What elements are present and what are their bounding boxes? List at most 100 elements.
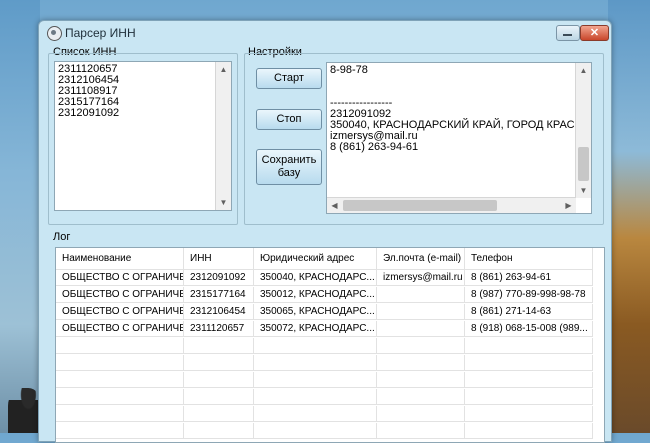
table-cell <box>377 423 465 439</box>
title-bar[interactable]: Парсер ИНН ✕ <box>39 21 611 45</box>
table-cell <box>465 389 593 405</box>
table-cell <box>377 338 465 354</box>
table-cell <box>377 355 465 371</box>
table-cell <box>377 287 465 303</box>
table-row[interactable]: ОБЩЕСТВО С ОГРАНИЧЕ... 2315177164 350012, … <box>56 287 604 304</box>
table-cell: 2315177164 <box>184 287 254 303</box>
scroll-thumb[interactable] <box>343 200 497 211</box>
table-row[interactable] <box>56 372 604 389</box>
table-row[interactable] <box>56 406 604 423</box>
table-cell <box>184 423 254 439</box>
table-cell <box>465 406 593 422</box>
scroll-down-icon[interactable]: ▼ <box>216 195 231 210</box>
table-cell <box>184 406 254 422</box>
output-line: 8 (861) 263-94-61 <box>330 141 419 153</box>
column-header[interactable]: Телефон <box>465 248 593 270</box>
table-cell: 2312091092 <box>184 270 254 286</box>
table-row[interactable]: ОБЩЕСТВО С ОГРАНИЧЕ... 2312106454 350065, … <box>56 304 604 321</box>
table-cell: 350065, КРАСНОДАРС... <box>254 304 377 320</box>
column-header[interactable]: Юридический адрес <box>254 248 377 270</box>
desktop-person-silhouette <box>8 388 42 433</box>
close-icon: ✕ <box>589 27 600 39</box>
table-cell <box>254 372 377 388</box>
table-cell <box>184 389 254 405</box>
inn-list-item[interactable]: 2312091092 <box>55 108 231 119</box>
table-cell: 8 (918) 068-15-008 (989... <box>465 321 593 337</box>
table-cell <box>465 423 593 439</box>
scroll-down-icon[interactable]: ▼ <box>576 183 591 198</box>
column-header[interactable]: Эл.почта (e-mail) <box>377 248 465 270</box>
column-header[interactable]: Наименование <box>56 248 184 270</box>
scroll-right-icon[interactable]: ▶ <box>561 198 576 213</box>
table-cell: 8 (861) 263-94-61 <box>465 270 593 286</box>
table-cell <box>184 372 254 388</box>
save-database-button[interactable]: Сохранить базу <box>256 149 322 185</box>
table-cell <box>56 372 184 388</box>
start-button[interactable]: Старт <box>256 68 322 89</box>
table-cell: ОБЩЕСТВО С ОГРАНИЧЕ... <box>56 321 184 337</box>
stop-button[interactable]: Стоп <box>256 109 322 130</box>
minimize-button[interactable] <box>556 25 580 41</box>
log-label: Лог <box>53 231 71 243</box>
table-cell <box>184 355 254 371</box>
window-title: Парсер ИНН <box>65 26 136 40</box>
desktop-background-left <box>0 0 40 433</box>
table-cell <box>377 321 465 337</box>
table-row[interactable]: ОБЩЕСТВО С ОГРАНИЧЕ... 2312091092 350040, … <box>56 270 604 287</box>
scroll-left-icon[interactable]: ◀ <box>327 198 342 213</box>
app-window: Парсер ИНН ✕ Список ИНН 2311120657 231210… <box>38 20 612 443</box>
table-cell <box>377 406 465 422</box>
table-cell: izmersys@mail.ru <box>377 270 465 286</box>
table-cell <box>377 372 465 388</box>
table-cell <box>56 355 184 371</box>
table-cell: ОБЩЕСТВО С ОГРАНИЧЕ... <box>56 287 184 303</box>
table-cell <box>254 406 377 422</box>
table-cell <box>56 338 184 354</box>
log-table[interactable]: Наименование ИНН Юридический адрес Эл.почта… <box>55 247 605 443</box>
output-vertical-scrollbar[interactable]: ▲ ▼ <box>575 63 591 198</box>
inn-list-items: 2311120657 2312106454 2311108917 2315177164… <box>55 62 231 119</box>
table-header-row: Наименование ИНН Юридический адрес Эл.почта… <box>56 248 604 270</box>
table-cell <box>254 355 377 371</box>
table-cell <box>465 338 593 354</box>
scroll-up-icon[interactable]: ▲ <box>216 62 231 77</box>
table-cell <box>465 355 593 371</box>
table-row[interactable] <box>56 355 604 372</box>
table-cell <box>377 389 465 405</box>
minimize-icon <box>563 34 572 36</box>
table-cell <box>254 338 377 354</box>
close-button[interactable]: ✕ <box>580 25 609 41</box>
table-cell <box>56 389 184 405</box>
inn-list-scrollbar[interactable]: ▲ ▼ <box>215 62 231 210</box>
settings-output-text: 8-98-78 ----------------- 2312091092 350040… <box>327 63 591 153</box>
table-cell: 8 (987) 770-89-998-98-78 <box>465 287 593 303</box>
table-cell: 350012, КРАСНОДАРС... <box>254 287 377 303</box>
desktop-background-right <box>608 0 650 433</box>
table-row[interactable] <box>56 389 604 406</box>
table-cell <box>377 304 465 320</box>
table-row[interactable] <box>56 423 604 440</box>
table-cell: 350072, КРАСНОДАРС... <box>254 321 377 337</box>
table-cell: 2312106454 <box>184 304 254 320</box>
settings-output-box[interactable]: 8-98-78 ----------------- 2312091092 350040… <box>326 62 592 214</box>
table-cell <box>254 423 377 439</box>
table-cell: ОБЩЕСТВО С ОГРАНИЧЕ... <box>56 304 184 320</box>
table-row[interactable] <box>56 338 604 355</box>
inn-listbox[interactable]: 2311120657 2312106454 2311108917 2315177164… <box>54 61 232 211</box>
table-cell: 8 (861) 271-14-63 <box>465 304 593 320</box>
output-line: 8-98-78 <box>330 64 368 76</box>
table-cell <box>56 406 184 422</box>
table-cell <box>465 372 593 388</box>
table-cell <box>184 338 254 354</box>
app-icon <box>47 26 62 41</box>
scroll-thumb[interactable] <box>578 147 589 181</box>
scroll-up-icon[interactable]: ▲ <box>576 63 591 78</box>
table-cell <box>254 389 377 405</box>
table-row[interactable]: ОБЩЕСТВО С ОГРАНИЧЕ... 2311120657 350072, … <box>56 321 604 338</box>
table-cell: ОБЩЕСТВО С ОГРАНИЧЕ... <box>56 270 184 286</box>
table-cell <box>56 423 184 439</box>
column-header[interactable]: ИНН <box>184 248 254 270</box>
table-cell: 2311120657 <box>184 321 254 337</box>
output-horizontal-scrollbar[interactable]: ◀ ▶ <box>327 197 576 213</box>
